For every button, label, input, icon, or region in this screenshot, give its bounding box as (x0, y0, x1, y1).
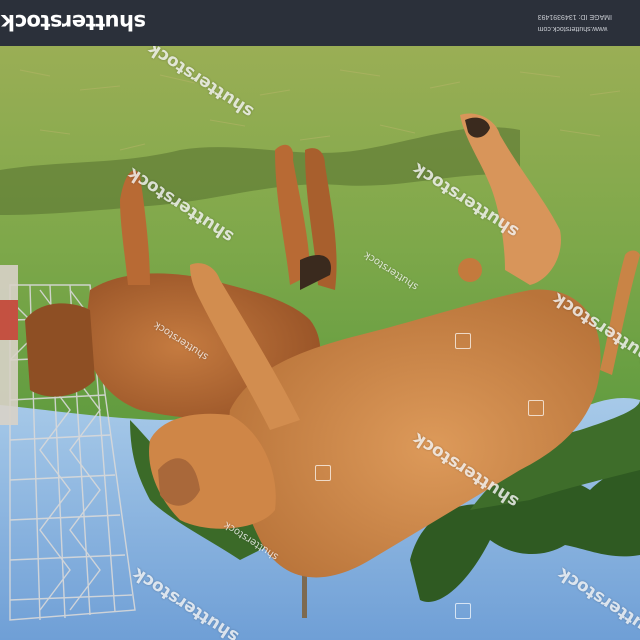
upside-down-cattle-photo (0, 46, 640, 640)
watermark-logo-mark (455, 333, 471, 349)
stock-photo-frame: shutterstock shutterstock shutterstock s… (0, 0, 640, 640)
watermark-logo-mark (455, 603, 471, 619)
image-id: IMAGE ID: 1349391493 (537, 13, 612, 20)
shutterstock-logo: shutterstock (1, 10, 146, 34)
image-meta: www.shutterstock.com IMAGE ID: 134939149… (537, 10, 611, 34)
watermark-logo-mark (528, 400, 544, 416)
site-url: www.shutterstock.com (537, 25, 607, 32)
shutterstock-header-bar: shutterstock www.shutterstock.com IMAGE … (0, 0, 640, 46)
watermark-logo-mark (315, 465, 331, 481)
